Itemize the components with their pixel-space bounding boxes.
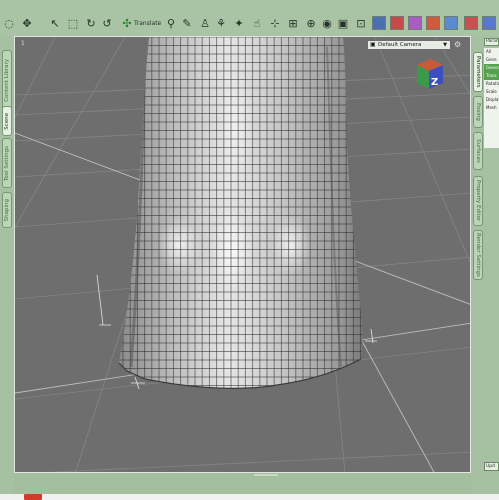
camera-dropdown-value: Default Camera xyxy=(378,42,422,48)
list-item[interactable]: Rotation xyxy=(484,80,499,88)
tab-property-editor[interactable]: Property Editor xyxy=(473,176,483,226)
figure-tool-icon[interactable]: ♙ xyxy=(198,16,212,30)
tab-content-library[interactable]: Content Library xyxy=(2,50,12,110)
chevron-down-icon: ▼ xyxy=(443,42,447,48)
figure-icon[interactable] xyxy=(408,16,422,30)
mesh-tool-icon[interactable]: ⊞ xyxy=(286,16,300,30)
camera-icon[interactable]: ◉ xyxy=(320,16,334,30)
bottom-dock xyxy=(14,473,471,494)
dress-mesh[interactable] xyxy=(115,37,375,397)
camera-dropdown[interactable]: ▣ Default Camera ▼ xyxy=(367,40,451,50)
morph-tool-icon[interactable]: ⊕ xyxy=(304,16,318,30)
spot-render-icon[interactable]: ⚲ xyxy=(164,16,178,30)
view-cube[interactable] xyxy=(417,59,443,89)
render-icon[interactable]: ▣ xyxy=(336,16,350,30)
scene-icon[interactable] xyxy=(390,16,404,30)
node-select-icon[interactable]: ⬚ xyxy=(66,16,80,30)
list-item[interactable]: Trans xyxy=(484,72,499,80)
brush-icon[interactable]: ✎ xyxy=(180,16,194,30)
viewport-number: 1 xyxy=(21,40,25,47)
tab-scene[interactable]: Scene xyxy=(2,106,12,136)
parameters-list: All Gene General Trans Rotation Scale Di… xyxy=(484,48,499,148)
layout-icon[interactable] xyxy=(482,16,496,30)
left-panel: Content Library Scene Tool Settings Shap… xyxy=(0,36,14,494)
list-item[interactable]: Mesh xyxy=(484,104,499,112)
tab-shaping[interactable]: Shaping xyxy=(2,192,12,228)
rotate-icon[interactable]: ↻ xyxy=(84,16,98,30)
translate-icon[interactable]: ✣ xyxy=(120,16,134,30)
viewport-scene: Z xyxy=(15,37,470,472)
help-icon[interactable] xyxy=(464,16,478,30)
viewport[interactable]: Z 1 ▣ Default Camera ▼ ⚙ xyxy=(14,36,471,473)
main-toolbar: ◌ ✥ ↖ ⬚ ↻ ↺ ✣ Translate ⚲ ✎ ♙ ⚘ ✦ ☝ ⊹ ⊞ … xyxy=(0,0,499,37)
camera-icon: ▣ xyxy=(370,41,376,48)
select-icon[interactable]: ↖ xyxy=(48,16,62,30)
pose-tool-icon[interactable]: ⚘ xyxy=(214,16,228,30)
render-settings-icon[interactable] xyxy=(372,16,386,30)
view-cube-z-label: Z xyxy=(431,77,438,88)
list-item[interactable]: All xyxy=(484,48,499,56)
resize-grip[interactable] xyxy=(254,474,278,476)
taskbar xyxy=(0,494,499,500)
update-button[interactable]: Upd xyxy=(484,462,499,471)
tab-tool-settings[interactable]: Tool Settings xyxy=(2,138,12,188)
viewport-options-icon[interactable]: ⚙ xyxy=(454,40,461,49)
list-item[interactable]: General xyxy=(484,64,499,72)
tab-render-settings[interactable]: Render Settings xyxy=(473,230,483,280)
taskbar-app-icon[interactable] xyxy=(24,494,42,500)
list-item[interactable]: Gene xyxy=(484,56,499,64)
list-item[interactable]: Display xyxy=(484,96,499,104)
view-icon[interactable]: ⊡ xyxy=(354,16,368,30)
translate-label[interactable]: Translate xyxy=(134,20,161,27)
joint-tool-icon[interactable]: ⊹ xyxy=(268,16,282,30)
universal-tool-icon[interactable]: ✥ xyxy=(20,16,34,30)
hand-tool-icon[interactable]: ☝ xyxy=(250,16,264,30)
undo-icon[interactable]: ◌ xyxy=(2,16,16,30)
tab-parameters[interactable]: Parameters xyxy=(473,52,483,92)
twist-icon[interactable]: ↺ xyxy=(100,16,114,30)
smart-content-icon[interactable] xyxy=(426,16,440,30)
tab-posing[interactable]: Posing xyxy=(473,96,483,128)
list-item[interactable]: Scale xyxy=(484,88,499,96)
timeline-icon[interactable] xyxy=(444,16,458,30)
tab-surfaces[interactable]: Surfaces xyxy=(473,132,483,170)
parameters-header: Parameters xyxy=(484,38,499,46)
light-tool-icon[interactable]: ✦ xyxy=(232,16,246,30)
